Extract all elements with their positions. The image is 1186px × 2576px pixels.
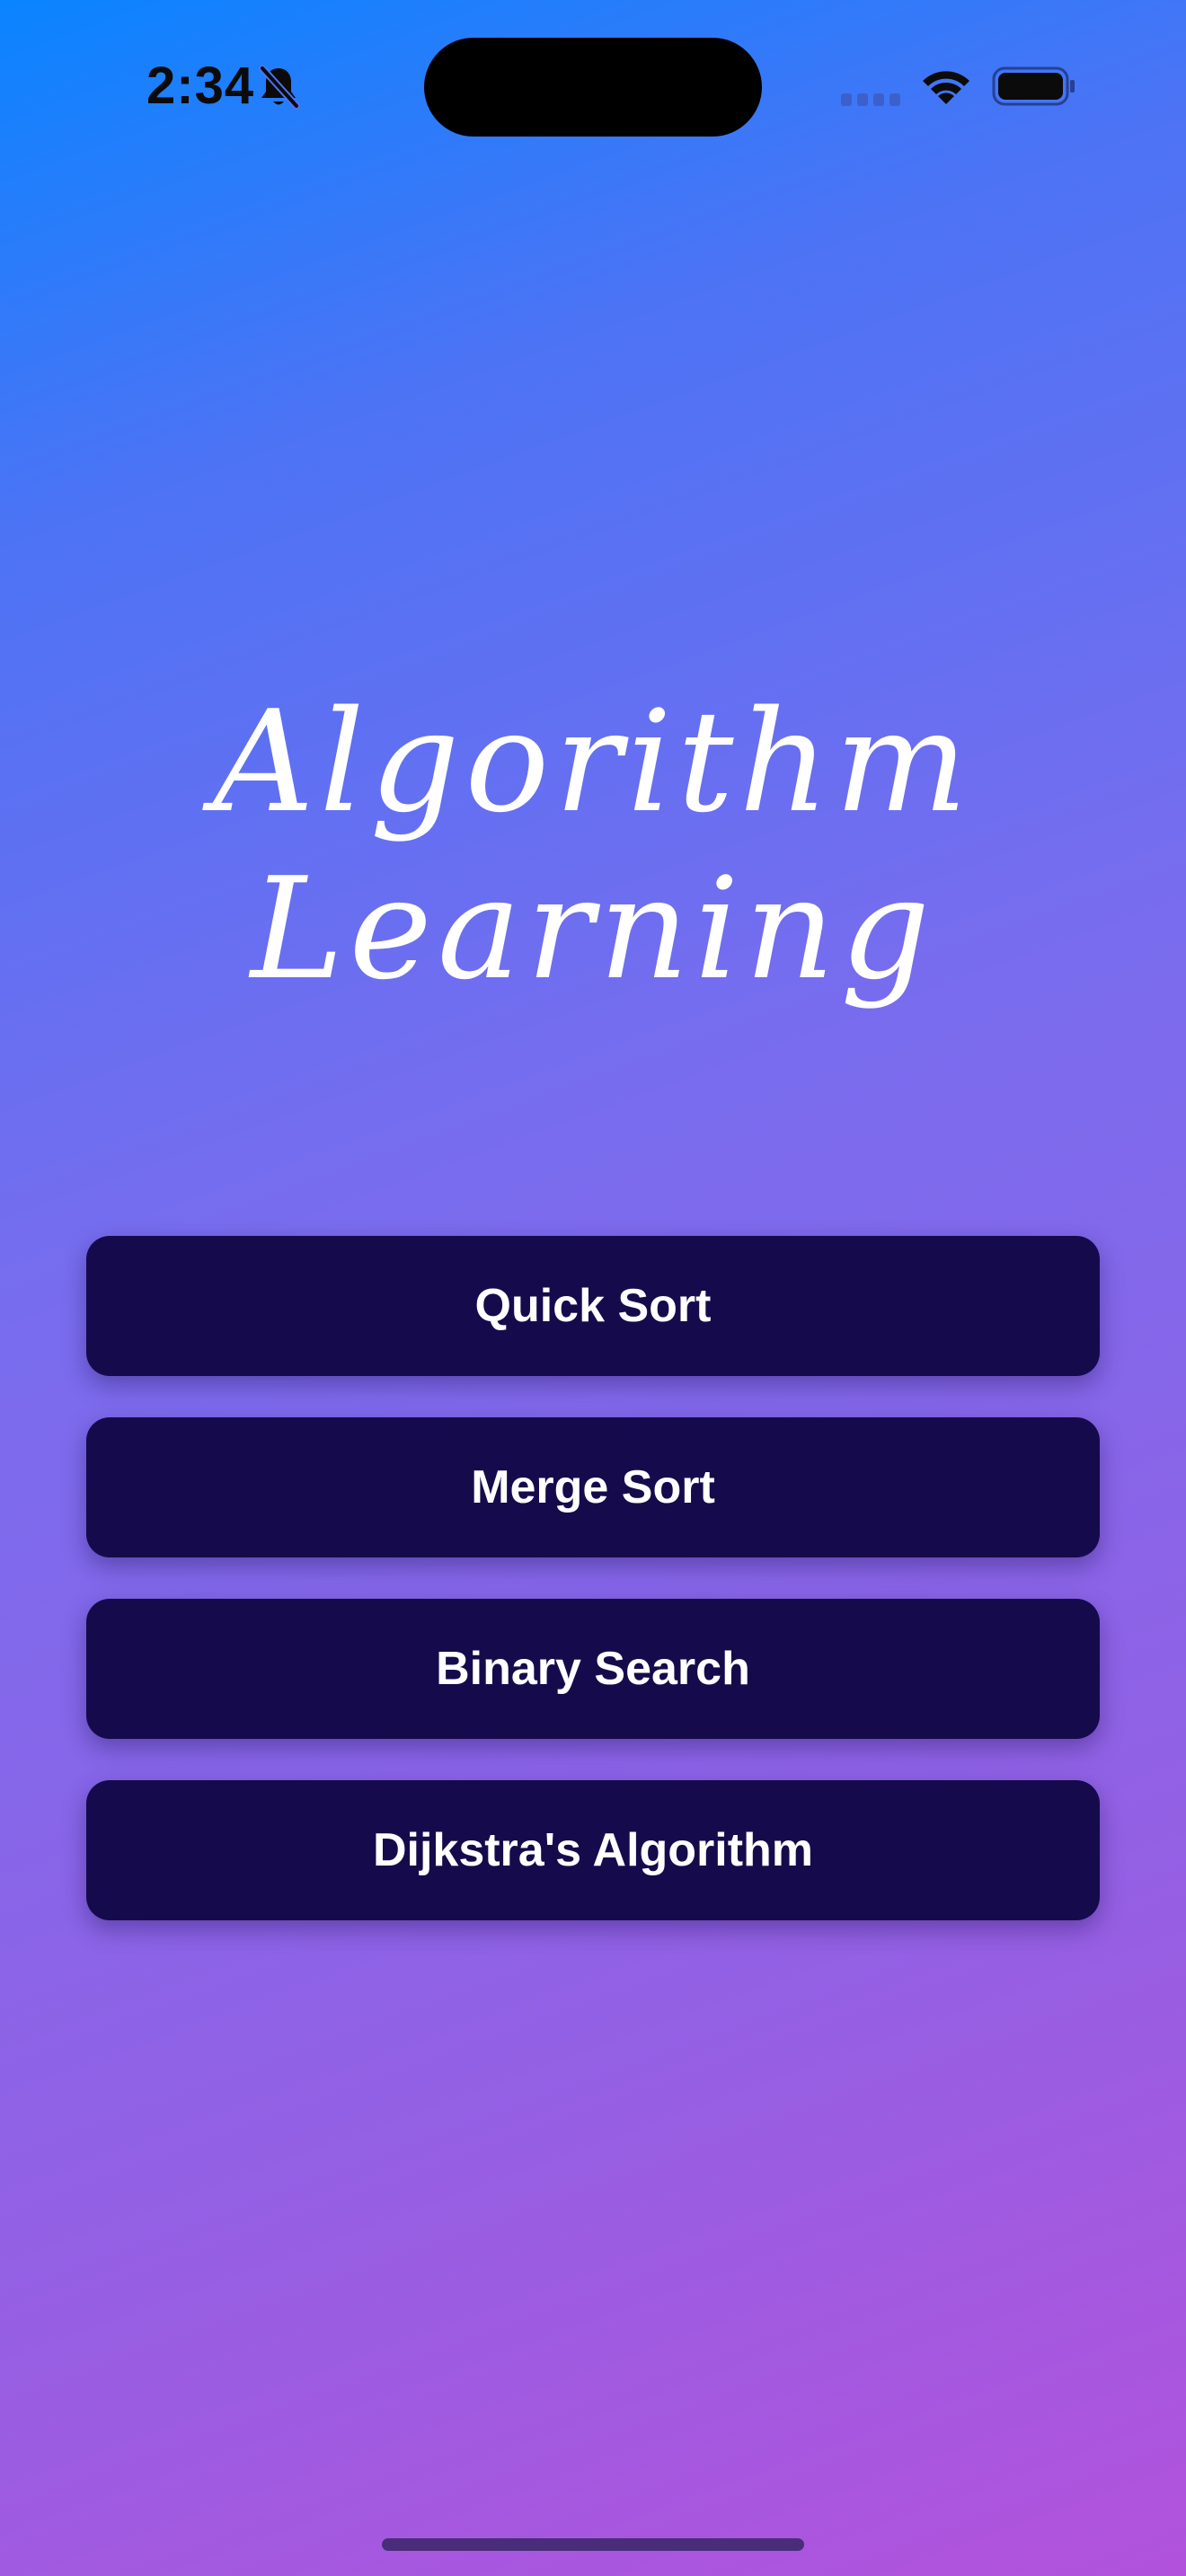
binary-search-button[interactable]: Binary Search [86, 1599, 1100, 1739]
app-title-line-1: Algorithm [213, 680, 973, 843]
battery-icon [992, 66, 1075, 106]
wifi-icon [923, 71, 969, 104]
app-screen: 2:34 Algorithm Learning Quick Sort Merge… [0, 0, 1186, 2576]
signal-icon [841, 93, 900, 106]
merge-sort-button[interactable]: Merge Sort [86, 1417, 1100, 1557]
quick-sort-button[interactable]: Quick Sort [86, 1236, 1100, 1376]
algorithm-menu: Quick Sort Merge Sort Binary Search Dijk… [86, 1236, 1100, 1962]
dijkstras-algorithm-button[interactable]: Dijkstra's Algorithm [86, 1780, 1100, 1920]
dynamic-island [424, 38, 762, 137]
status-bar: 2:34 [0, 0, 1186, 180]
app-title: Algorithm Learning [0, 678, 1186, 1012]
home-indicator[interactable] [382, 2538, 804, 2551]
app-title-line-2: Learning [250, 847, 936, 1010]
status-time: 2:34 [146, 57, 255, 115]
bell-slash-icon [259, 65, 300, 110]
